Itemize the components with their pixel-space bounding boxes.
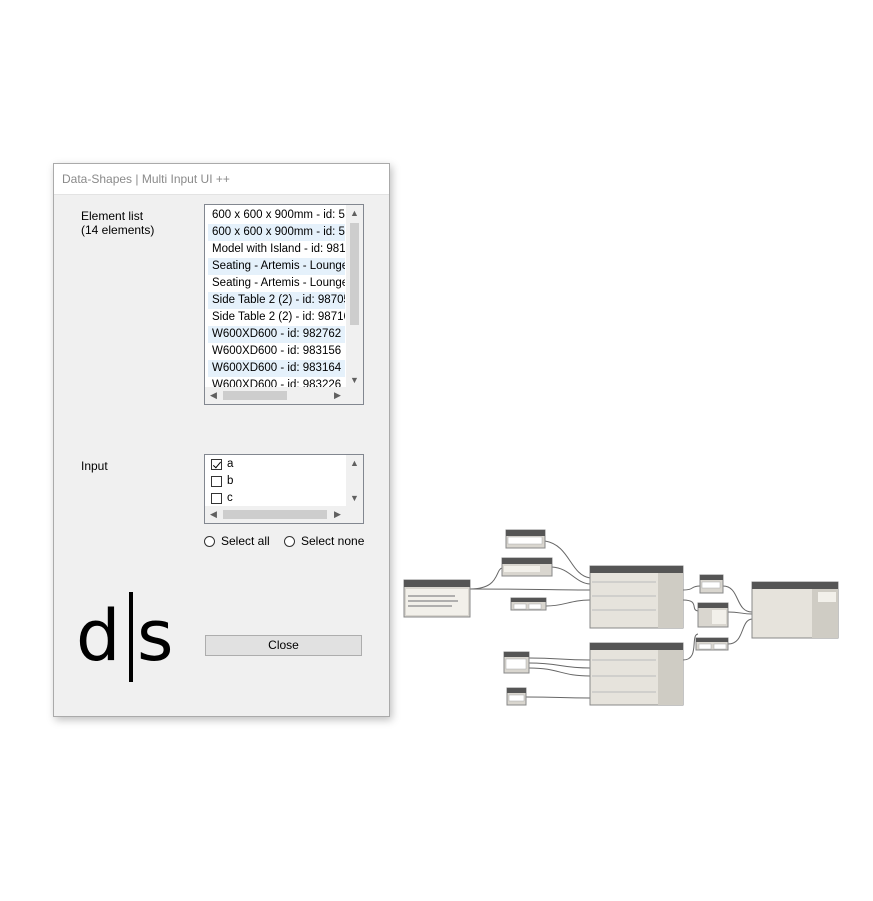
wire <box>682 585 701 591</box>
code-block-node[interactable] <box>505 529 546 549</box>
wire <box>727 618 753 645</box>
data-shapes-ui-node[interactable] <box>751 581 839 639</box>
watch-node[interactable] <box>503 651 530 674</box>
string-node[interactable] <box>403 579 471 618</box>
wire <box>528 657 591 661</box>
wire <box>545 599 591 607</box>
wire <box>682 599 699 612</box>
list-node[interactable] <box>699 574 724 594</box>
wire <box>525 696 591 699</box>
list-node[interactable] <box>695 637 729 651</box>
wire <box>469 588 591 591</box>
wire <box>528 667 591 677</box>
wire <box>469 567 503 590</box>
number-node[interactable] <box>510 597 547 611</box>
output-node[interactable] <box>589 642 684 706</box>
dynamo-graph <box>403 529 839 706</box>
wire <box>528 662 591 669</box>
list-node[interactable] <box>697 602 729 628</box>
multi-input-ui-node[interactable] <box>589 565 684 629</box>
wire <box>551 566 591 585</box>
boolean-node[interactable] <box>501 557 553 577</box>
watch-node[interactable] <box>506 687 527 706</box>
wire <box>727 611 753 615</box>
